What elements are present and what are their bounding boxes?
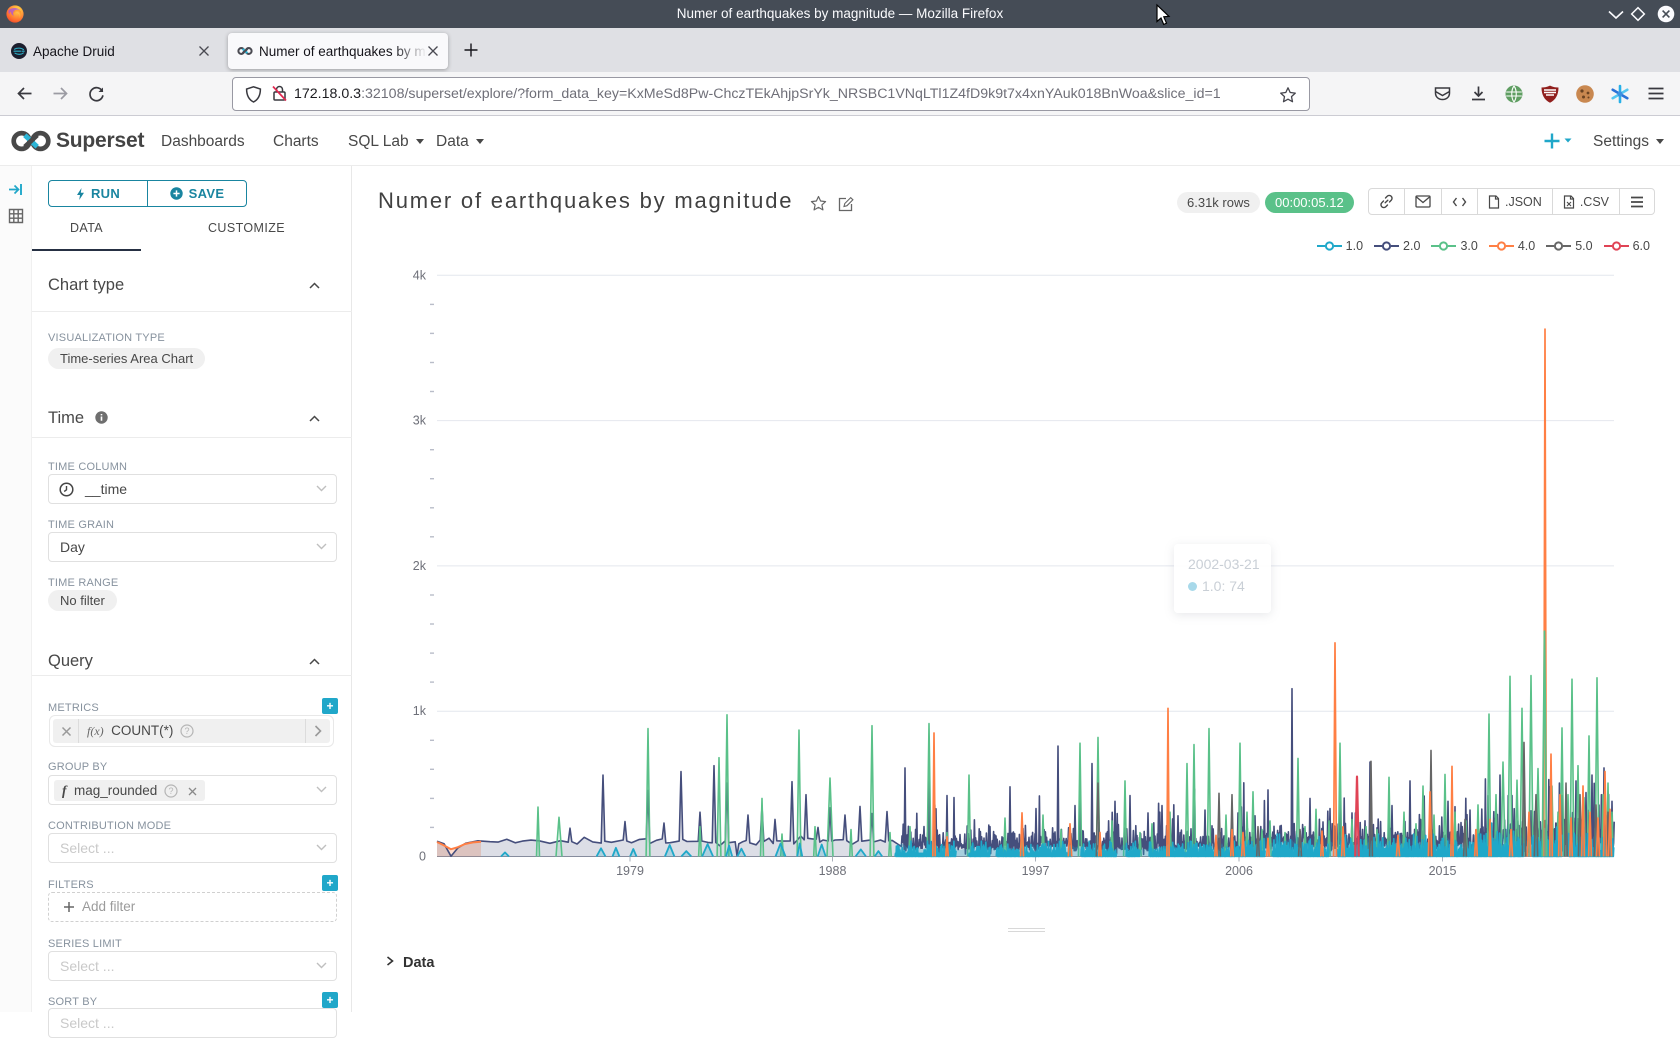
svg-text:?: ?: [169, 786, 174, 796]
svg-text:1997: 1997: [1022, 864, 1050, 878]
svg-text:2006: 2006: [1225, 864, 1253, 878]
svg-text:2k: 2k: [413, 559, 427, 573]
svg-text:1988: 1988: [819, 864, 847, 878]
svg-text:1k: 1k: [413, 704, 427, 718]
svg-text:3k: 3k: [413, 414, 427, 428]
svg-text:2015: 2015: [1429, 864, 1457, 878]
svg-text:0: 0: [419, 850, 426, 864]
svg-text:4k: 4k: [413, 268, 427, 282]
svg-text:?: ?: [185, 726, 190, 736]
svg-text:1979: 1979: [616, 864, 644, 878]
